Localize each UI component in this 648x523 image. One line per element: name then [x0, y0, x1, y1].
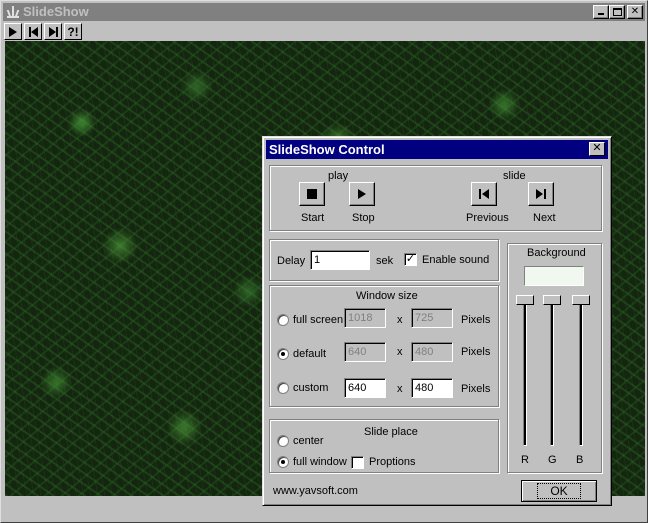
- close-icon: ✕: [630, 6, 640, 17]
- red-slider-track[interactable]: [523, 296, 527, 446]
- default-x-label: x: [397, 346, 403, 358]
- red-label: R: [521, 454, 529, 466]
- custom-x-label: x: [397, 383, 403, 395]
- full-screen-radio[interactable]: [277, 314, 289, 326]
- custom-height-input[interactable]: [411, 378, 453, 398]
- previous-button[interactable]: [471, 182, 497, 206]
- delay-input[interactable]: [310, 250, 370, 270]
- default-height-field: [411, 342, 453, 362]
- play-icon: [358, 189, 366, 199]
- green-slider-track[interactable]: [550, 296, 554, 446]
- toolbar-help-button[interactable]: ?!: [64, 23, 82, 40]
- default-label: default: [293, 348, 327, 360]
- checkmark-icon: ✓: [405, 253, 416, 265]
- toolbar-next-button[interactable]: [44, 23, 62, 40]
- custom-label: custom: [293, 382, 329, 394]
- proptions-checkbox[interactable]: [351, 456, 364, 469]
- minimize-button[interactable]: [593, 5, 609, 19]
- website-link[interactable]: www.yavsoft.com: [273, 485, 358, 497]
- red-slider-thumb[interactable]: [516, 295, 534, 305]
- background-color-swatch: [524, 266, 584, 286]
- play-icon: [9, 26, 17, 37]
- full-window-label: full window: [293, 456, 347, 468]
- main-titlebar[interactable]: SlideShow ✕: [3, 3, 645, 21]
- maximize-button[interactable]: [609, 5, 625, 19]
- main-toolbar: ?!: [4, 23, 82, 40]
- window-size-title: Window size: [356, 290, 418, 302]
- next-icon: [48, 26, 56, 37]
- next-button[interactable]: [528, 182, 554, 206]
- slide-place-title: Slide place: [364, 426, 418, 438]
- maximize-icon: [613, 8, 622, 16]
- full-screen-pixels-label: Pixels: [461, 314, 491, 326]
- proptions-label: Proptions: [369, 456, 416, 468]
- window-size-group: Window size full screen x Pixels default…: [269, 285, 499, 407]
- custom-pixels-label: Pixels: [461, 383, 491, 395]
- next-label: Next: [533, 212, 556, 224]
- custom-radio[interactable]: [277, 382, 289, 394]
- play-group-label: play: [328, 170, 349, 182]
- start-label: Start: [301, 212, 325, 224]
- blue-label: B: [576, 454, 584, 466]
- full-screen-x-label: x: [397, 314, 403, 326]
- previous-label: Previous: [466, 212, 509, 224]
- blue-slider-thumb[interactable]: [572, 295, 590, 305]
- close-button[interactable]: ✕: [627, 5, 643, 19]
- toolbar-play-button[interactable]: [4, 23, 22, 40]
- play-slide-group: play slide Start Stop Previous Next: [269, 165, 602, 231]
- previous-icon: [482, 189, 489, 199]
- enable-sound-label: Enable sound: [422, 254, 490, 266]
- slideshow-control-dialog: SlideShow Control ✕ play slide Start Sto…: [262, 136, 612, 506]
- dialog-title: SlideShow Control: [269, 142, 385, 157]
- default-width-field: [344, 342, 386, 362]
- minimize-icon: [598, 13, 604, 15]
- enable-sound-checkbox[interactable]: ✓: [404, 253, 417, 266]
- full-screen-width-field: [344, 308, 386, 328]
- dialog-close-button[interactable]: ✕: [589, 142, 605, 156]
- ok-button-label: OK: [537, 483, 581, 499]
- center-radio[interactable]: [277, 435, 289, 447]
- stop-label: Stop: [352, 212, 375, 224]
- center-label: center: [293, 435, 324, 447]
- delay-label: Delay: [277, 255, 306, 267]
- full-screen-height-field: [411, 308, 453, 328]
- full-screen-label: full screen: [293, 314, 344, 326]
- next-bar-icon: [55, 26, 58, 37]
- stop-square-icon: [307, 189, 317, 199]
- default-pixels-label: Pixels: [461, 346, 491, 358]
- previous-bar-icon: [479, 189, 481, 199]
- stop-button[interactable]: [349, 182, 375, 206]
- toolbar-previous-button[interactable]: [24, 23, 42, 40]
- delay-group: Delay sek ✓ Enable sound: [269, 239, 499, 281]
- dialog-titlebar[interactable]: SlideShow Control ✕: [266, 140, 608, 159]
- background-title: Background: [527, 247, 586, 259]
- default-radio[interactable]: [277, 348, 289, 360]
- background-group: Background R G B: [507, 243, 602, 473]
- custom-width-input[interactable]: [344, 378, 386, 398]
- delay-unit-label: sek: [376, 255, 394, 267]
- next-icon: [536, 189, 543, 199]
- next-bar-icon: [544, 189, 546, 199]
- slide-place-group: Slide place center full window Proptions: [269, 419, 499, 473]
- previous-icon: [30, 26, 38, 37]
- green-slider-thumb[interactable]: [543, 295, 561, 305]
- ok-button[interactable]: OK: [521, 480, 597, 502]
- dialog-close-icon: ✕: [592, 142, 602, 154]
- slideshow-app-icon: [6, 5, 20, 19]
- main-window-title: SlideShow: [23, 4, 89, 19]
- help-icon: ?!: [67, 24, 79, 39]
- slide-group-label: slide: [503, 170, 526, 182]
- green-label: G: [548, 454, 557, 466]
- start-button[interactable]: [299, 182, 325, 206]
- full-window-radio[interactable]: [277, 456, 289, 468]
- blue-slider-track[interactable]: [579, 296, 583, 446]
